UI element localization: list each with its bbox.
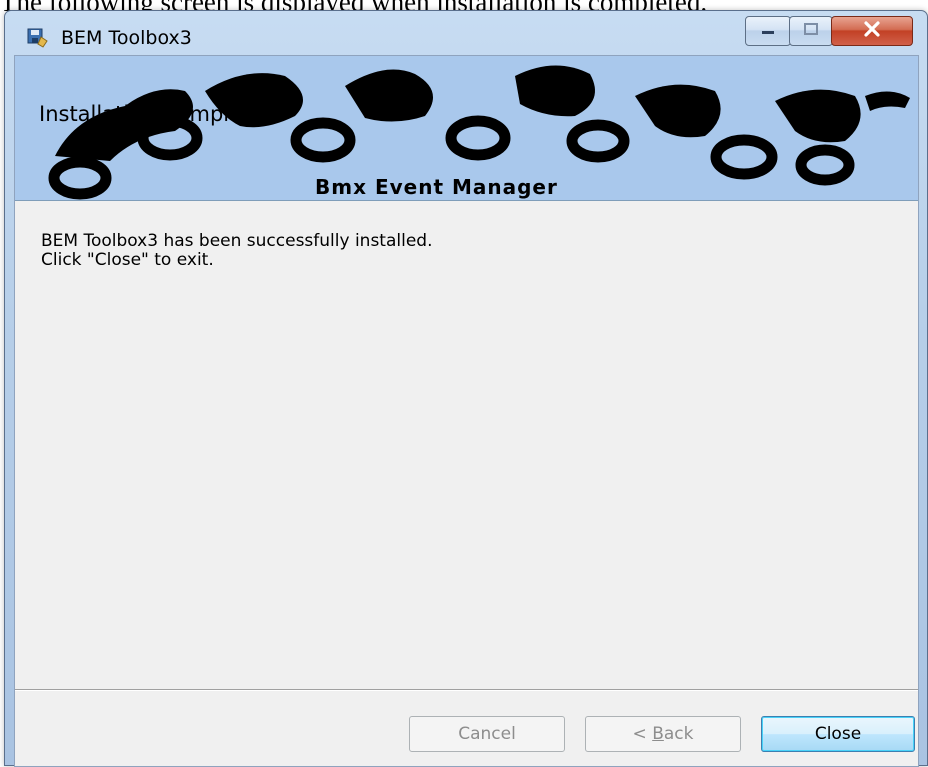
close-button[interactable]: Close (761, 716, 915, 752)
cancel-label: Cancel (458, 724, 516, 744)
close-label: Close (814, 724, 862, 744)
back-label-rest: ack (663, 724, 694, 744)
back-label: < Back (633, 724, 694, 744)
dialog-client-area: Installation Complete Bmx Event Manager … (14, 55, 919, 767)
message-line-2: Click "Close" to exit. (41, 250, 214, 270)
title-bar[interactable]: BEM Toolbox3 (5, 11, 927, 57)
installer-window: BEM Toolbox3 Installation Complete Bmx E… (4, 10, 928, 767)
footer-separator (15, 689, 918, 691)
back-label-prefix: < (632, 724, 653, 744)
cancel-button[interactable]: Cancel (409, 716, 565, 752)
close-window-button[interactable] (831, 16, 913, 46)
header-banner: Installation Complete Bmx Event Manager (15, 56, 918, 201)
back-button[interactable]: < Back (585, 716, 741, 752)
banner-brand: Bmx Event Manager (315, 175, 558, 199)
minimize-icon (760, 22, 776, 40)
installer-package-icon (25, 25, 49, 49)
message-line-1: BEM Toolbox3 has been successfully insta… (41, 231, 433, 251)
completion-message: BEM Toolbox3 has been successfully insta… (41, 232, 433, 270)
banner-heading: Installation Complete (39, 102, 264, 126)
minimize-button[interactable] (745, 16, 791, 46)
close-icon (863, 20, 881, 42)
back-label-mnemonic: B (652, 724, 664, 744)
maximize-icon (803, 22, 819, 41)
maximize-button[interactable] (789, 16, 833, 46)
window-title: BEM Toolbox3 (61, 27, 192, 49)
